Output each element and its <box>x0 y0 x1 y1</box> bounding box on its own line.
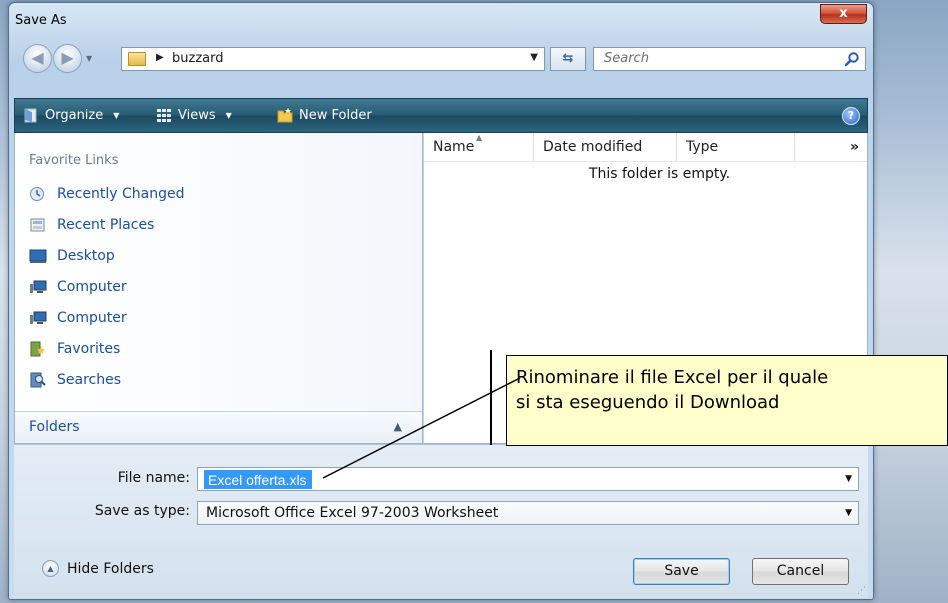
hide-folders-label: Hide Folders <box>67 560 154 577</box>
file-name-input[interactable] <box>204 470 312 489</box>
save-as-type-value: Microsoft Office Excel 97-2003 Worksheet <box>206 505 499 521</box>
sidebar-item-label: Recently Changed <box>57 186 185 202</box>
sidebar-item-label: Recent Places <box>57 217 155 233</box>
close-button[interactable]: x <box>820 4 867 24</box>
searches-icon <box>30 372 46 388</box>
column-header-label: Name <box>433 139 475 155</box>
recent-places-icon <box>30 218 45 232</box>
computer-icon <box>30 280 47 293</box>
dialog-title: Save As <box>15 13 67 28</box>
favorite-links-heading: Favorite Links <box>29 153 119 168</box>
save-as-type-select[interactable]: Microsoft Office Excel 97-2003 Worksheet… <box>197 501 859 525</box>
views-label: Views <box>178 107 216 123</box>
save-as-type-dropdown-icon[interactable]: ▼ <box>845 508 852 518</box>
chevron-up-icon: ▲ <box>393 420 402 433</box>
forward-arrow-icon: ▶ <box>61 48 74 67</box>
save-options-panel: File name: ▼ Save as type: Microsoft Off… <box>14 444 868 598</box>
new-folder-button[interactable]: New Folder <box>277 107 372 123</box>
callout-line-1: Rinominare il file Excel per il quale <box>516 367 829 388</box>
folder-icon <box>128 52 146 66</box>
cancel-button[interactable]: Cancel <box>752 558 849 585</box>
folders-label: Folders <box>29 419 80 435</box>
back-arrow-icon: ◀ <box>31 48 44 67</box>
sidebar-item-label: Computer <box>57 279 127 295</box>
back-button[interactable]: ◀ <box>23 44 52 73</box>
favorites-icon <box>30 341 45 357</box>
organize-chevron-down-icon: ▼ <box>113 110 120 120</box>
callout-divider-line <box>490 350 492 445</box>
new-folder-icon <box>277 108 293 123</box>
column-header-name[interactable]: Name ▲ <box>424 133 534 161</box>
column-header-label: Date modified <box>543 139 643 155</box>
column-header-date-modified[interactable]: Date modified <box>534 133 677 161</box>
computer-icon <box>30 311 47 324</box>
organize-icon <box>24 108 37 123</box>
column-header-row: Name ▲ Date modified Type » <box>424 133 867 162</box>
chevron-up-icon: ▲ <box>42 560 59 577</box>
search-placeholder: Search <box>604 51 649 66</box>
file-name-label: File name: <box>117 470 190 486</box>
save-as-dialog: Save As x ◀ ▶ ▼ ▶ buzzard ▼ ⇆ Search Org… <box>8 2 874 600</box>
hide-folders-button[interactable]: ▲ Hide Folders <box>42 560 154 577</box>
search-icon[interactable] <box>844 51 860 67</box>
sidebar-item-label: Computer <box>57 310 127 326</box>
callout-line-2: si sta eseguendo il Download <box>516 392 780 413</box>
address-bar[interactable]: ▶ buzzard ▼ <box>121 47 545 71</box>
annotation-callout: Rinominare il file Excel per il quale si… <box>506 355 948 446</box>
address-dropdown-icon[interactable]: ▼ <box>530 52 538 63</box>
views-menu[interactable]: Views ▼ <box>156 107 232 123</box>
recent-pages-chevron-icon[interactable]: ▼ <box>86 54 92 63</box>
views-icon <box>157 109 171 122</box>
resize-grip-icon[interactable]: ⋰ <box>857 586 866 596</box>
folders-toggle[interactable]: Folders ▲ <box>15 411 422 443</box>
sidebar-item-favorites[interactable]: Favorites <box>29 341 120 357</box>
new-folder-label: New Folder <box>299 107 372 123</box>
refresh-button[interactable]: ⇆ <box>550 47 586 71</box>
recently-changed-icon <box>30 187 44 201</box>
save-button[interactable]: Save <box>633 558 730 585</box>
sidebar-item-label: Favorites <box>57 341 121 357</box>
organize-label: Organize <box>45 107 104 123</box>
sidebar-item-desktop[interactable]: Desktop <box>29 248 115 264</box>
views-chevron-down-icon: ▼ <box>225 110 232 120</box>
command-toolbar: Organize ▼ Views ▼ New Folder ? <box>14 98 868 133</box>
sort-ascending-icon: ▲ <box>476 133 483 142</box>
forward-button[interactable]: ▶ <box>53 44 82 73</box>
title-bar: Save As x <box>9 3 873 37</box>
column-header-label: Type <box>686 139 719 155</box>
sidebar-item-searches[interactable]: Searches <box>29 372 121 388</box>
breadcrumb-chevron-icon[interactable]: ▶ <box>156 52 164 63</box>
refresh-icon: ⇆ <box>562 51 574 66</box>
file-name-combo[interactable]: ▼ <box>197 467 859 491</box>
organize-menu[interactable]: Organize ▼ <box>23 107 119 123</box>
breadcrumb-buzzard[interactable]: buzzard <box>172 51 223 66</box>
sidebar-item-computer[interactable]: Computer <box>29 279 127 295</box>
sidebar-item-recent-places[interactable]: Recent Places <box>29 217 154 233</box>
sidebar-item-computer[interactable]: Computer <box>29 310 127 326</box>
sidebar-item-label: Searches <box>57 372 122 388</box>
sidebar-item-label: Desktop <box>57 248 115 264</box>
more-columns-button[interactable]: » <box>795 133 869 161</box>
desktop-icon <box>29 249 47 263</box>
search-box[interactable]: Search <box>593 47 866 71</box>
sidebar-item-recently-changed[interactable]: Recently Changed <box>29 186 185 202</box>
column-header-type[interactable]: Type <box>677 133 795 161</box>
empty-folder-message: This folder is empty. <box>588 166 731 182</box>
file-name-dropdown-icon[interactable]: ▼ <box>845 474 852 484</box>
navigation-pane: Favorite Links Recently Changed Recent P… <box>14 133 423 444</box>
save-as-type-label: Save as type: <box>94 503 190 519</box>
help-icon[interactable]: ? <box>842 107 860 125</box>
